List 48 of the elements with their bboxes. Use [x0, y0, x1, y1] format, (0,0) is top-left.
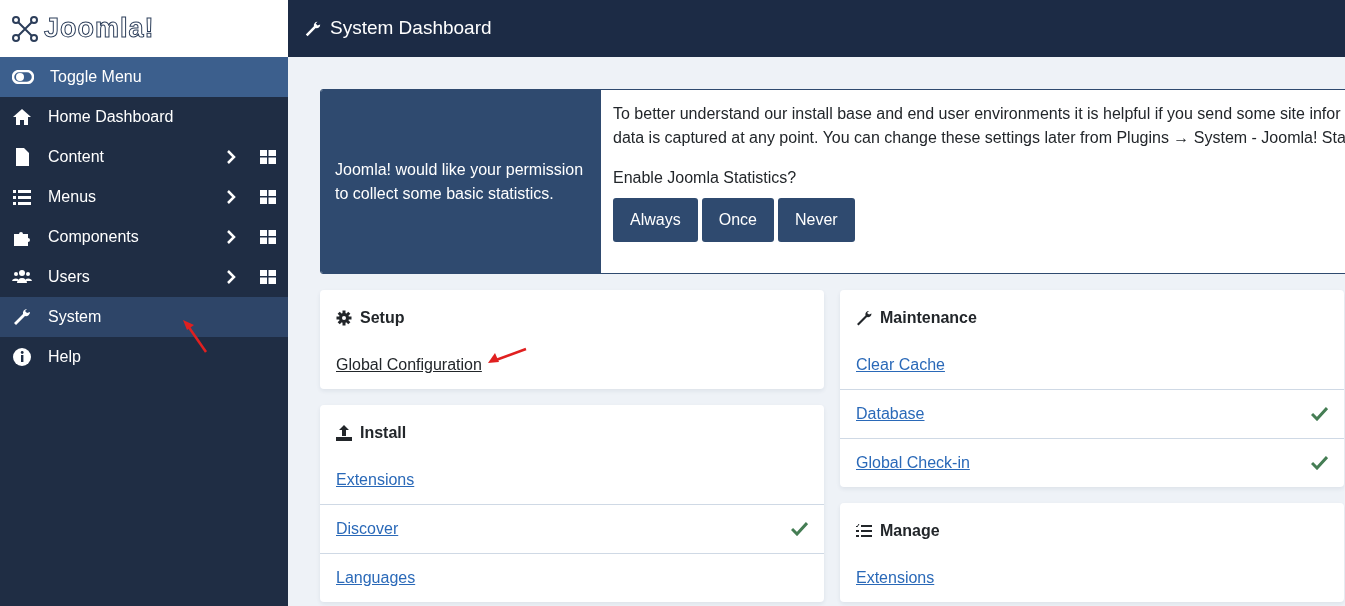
- gear-icon: [336, 310, 352, 326]
- wrench-icon: [856, 310, 872, 326]
- sidebar-item[interactable]: Components: [0, 217, 288, 257]
- chevron-icon: [226, 270, 236, 284]
- sidebar-item[interactable]: Content: [0, 137, 288, 177]
- card-link[interactable]: Extensions: [336, 467, 415, 492]
- dashboard-grid-icon: [260, 190, 276, 204]
- info-icon: [12, 347, 32, 367]
- card-link[interactable]: Discover: [336, 517, 399, 541]
- card-link[interactable]: Extensions: [856, 565, 935, 590]
- card-title: Install: [360, 423, 407, 443]
- annotation-arrow: [180, 318, 210, 354]
- card-link[interactable]: Global Configuration: [336, 352, 482, 377]
- wrench-icon: [12, 307, 32, 327]
- dashboard-grid-icon: [260, 150, 276, 164]
- card-title: Maintenance: [880, 308, 977, 328]
- statistics-button[interactable]: Never: [777, 198, 855, 242]
- home-icon: [12, 107, 32, 127]
- sidebar-item[interactable]: Users: [0, 257, 288, 297]
- sidebar-item[interactable]: Help: [0, 337, 288, 377]
- chevron-icon: [226, 230, 236, 244]
- upload-icon: [336, 425, 352, 441]
- wrench-icon: [304, 19, 322, 38]
- checklist-icon: [856, 523, 872, 539]
- list-icon: [12, 187, 32, 207]
- card-link[interactable]: Global Check-in: [856, 451, 970, 475]
- logo[interactable]: Joomla!: [0, 0, 288, 57]
- card-link[interactable]: Clear Cache: [856, 352, 945, 377]
- toggle-icon: [12, 70, 34, 84]
- sidebar-item[interactable]: Menus: [0, 177, 288, 217]
- banner-description: To better understand our install base and end user environments it is helpful if you send some site infor data is captured at any point. You can change these settings later from Plugins → System - Joomla! Sta: [613, 104, 1345, 148]
- page-title: System Dashboard: [330, 16, 492, 41]
- card-title: Manage: [880, 521, 940, 541]
- statistics-question: Enable Joomla Statistics?: [613, 168, 798, 188]
- card-link[interactable]: Languages: [336, 566, 416, 590]
- statistics-button[interactable]: Once: [701, 198, 774, 242]
- dashboard-grid-icon: [260, 230, 276, 244]
- statistics-button[interactable]: Always: [613, 198, 698, 242]
- card-link[interactable]: Database: [856, 402, 925, 426]
- chevron-icon: [226, 150, 236, 164]
- card-title: Setup: [360, 308, 405, 328]
- dashboard-grid-icon: [260, 270, 276, 284]
- toggle-menu-button[interactable]: Toggle Menu: [0, 57, 288, 97]
- banner-message: Joomla! would like your permission to collect some basic statistics.: [335, 159, 585, 204]
- sidebar-item[interactable]: System: [0, 297, 288, 337]
- sidebar-item[interactable]: Home Dashboard: [0, 97, 288, 137]
- annotation-arrow: [485, 346, 528, 365]
- chevron-icon: [226, 190, 236, 204]
